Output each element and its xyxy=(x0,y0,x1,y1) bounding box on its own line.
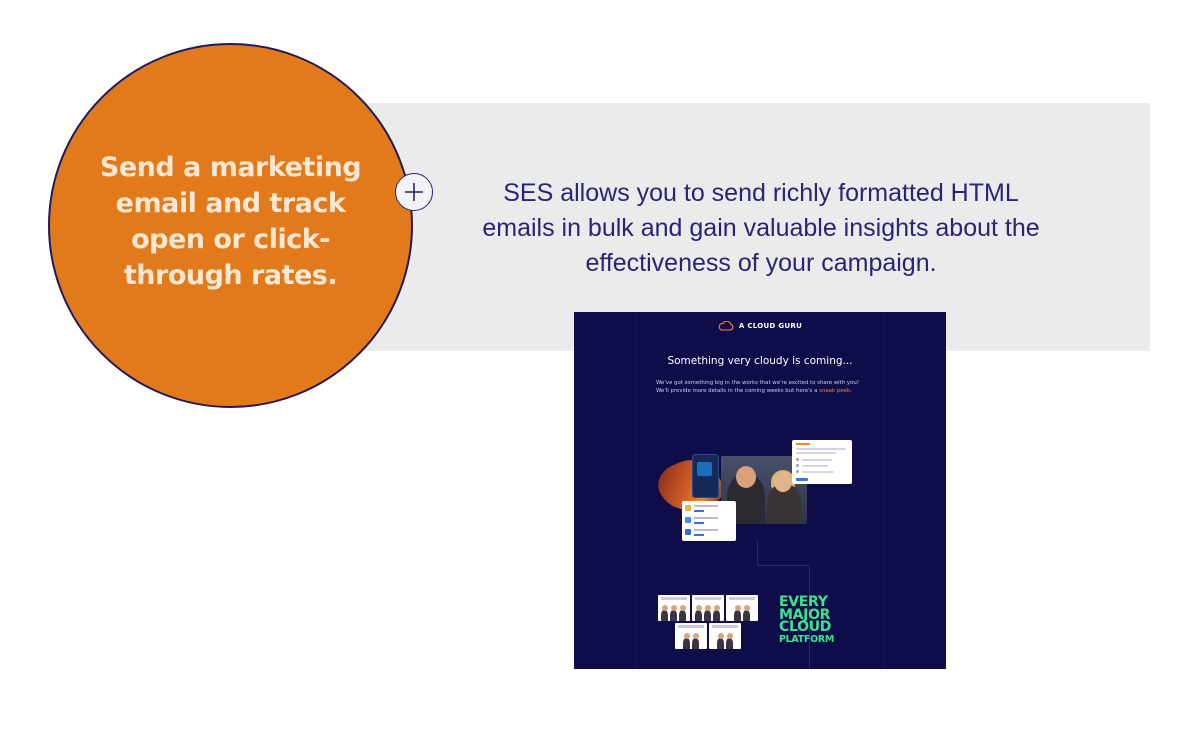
person-silhouette xyxy=(670,610,677,621)
feature-description: SES allows you to send richly formatted … xyxy=(482,179,1040,277)
quiz-card-tag xyxy=(796,443,810,445)
tile-label xyxy=(661,597,687,600)
feature-title: Send a marketing email and track open or… xyxy=(99,151,362,291)
course-list-card xyxy=(682,501,736,541)
person-silhouette xyxy=(734,610,741,621)
plus-icon xyxy=(405,183,423,201)
person-silhouette xyxy=(692,638,699,649)
email-brand: A CLOUD GURU xyxy=(574,321,946,331)
person-head xyxy=(743,605,750,611)
sneak-peek-link: sneak peek: xyxy=(819,387,852,394)
email-headline: Something very cloudy is coming... xyxy=(667,355,853,367)
tile-label xyxy=(729,597,755,600)
person-silhouette xyxy=(683,638,690,649)
email-body: We've got something big in the works tha… xyxy=(656,380,866,395)
person-head xyxy=(736,466,756,488)
person-head xyxy=(661,605,668,611)
person-head xyxy=(713,605,720,611)
person-head xyxy=(774,472,792,492)
course-row xyxy=(685,516,733,527)
person-silhouette xyxy=(717,638,724,649)
person-silhouette xyxy=(679,610,686,621)
tile-label xyxy=(712,625,738,628)
connector-line xyxy=(757,541,758,565)
connector-line xyxy=(757,565,809,566)
feature-circle: Send a marketing email and track open or… xyxy=(48,43,413,408)
instructor-tile xyxy=(709,623,741,649)
person-silhouette xyxy=(695,610,702,621)
quiz-card-button xyxy=(796,478,808,481)
quiz-option-line xyxy=(802,464,828,467)
person-head xyxy=(704,605,711,611)
course-icon xyxy=(685,517,691,523)
person-head xyxy=(683,633,690,639)
email-preview-image: A CLOUD GURU Something very cloudy is co… xyxy=(574,312,946,669)
quiz-card-line xyxy=(796,452,836,454)
brand-name: A CLOUD GURU xyxy=(738,322,803,330)
phone-graphic xyxy=(692,454,719,498)
course-row-line xyxy=(694,529,718,531)
course-row-line xyxy=(694,517,718,519)
instructor-tile xyxy=(692,595,724,621)
course-icon xyxy=(685,529,691,535)
person-head xyxy=(734,605,741,611)
person-silhouette xyxy=(713,610,720,621)
person-silhouette xyxy=(661,610,668,621)
course-row xyxy=(685,528,733,539)
person-silhouette xyxy=(704,610,711,621)
person-head xyxy=(679,605,686,611)
course-row-line xyxy=(694,505,718,507)
course-row-tag xyxy=(694,510,704,512)
course-row-tag xyxy=(694,522,704,524)
tagline-line: PLATFORM xyxy=(779,633,835,645)
expand-button[interactable] xyxy=(395,173,433,211)
person-head xyxy=(695,605,702,611)
quiz-option-dot xyxy=(796,458,799,461)
tile-label xyxy=(695,597,721,600)
quiz-card-line xyxy=(796,448,846,450)
tile-label xyxy=(678,625,704,628)
quiz-option-line xyxy=(802,470,834,473)
course-icon xyxy=(685,505,691,511)
quiz-option-dot xyxy=(796,470,799,473)
phone-screen xyxy=(697,462,712,476)
tagline-line: CLOUD xyxy=(779,619,832,635)
person-head xyxy=(726,633,733,639)
course-row xyxy=(685,504,733,515)
course-row-tag xyxy=(694,534,704,536)
instructor-tile xyxy=(726,595,758,621)
quiz-option-line xyxy=(802,458,832,461)
quiz-option-dot xyxy=(796,464,799,467)
person-head xyxy=(692,633,699,639)
quiz-card xyxy=(792,440,852,484)
instructor-tile xyxy=(658,595,690,621)
person-head xyxy=(717,633,724,639)
person-silhouette xyxy=(726,638,733,649)
person-silhouette xyxy=(743,610,750,621)
instructor-tile xyxy=(675,623,707,649)
cloud-logo-icon xyxy=(718,321,734,331)
tagline: EVERY MAJOR CLOUD PLATFORM xyxy=(779,595,835,646)
person-head xyxy=(670,605,677,611)
